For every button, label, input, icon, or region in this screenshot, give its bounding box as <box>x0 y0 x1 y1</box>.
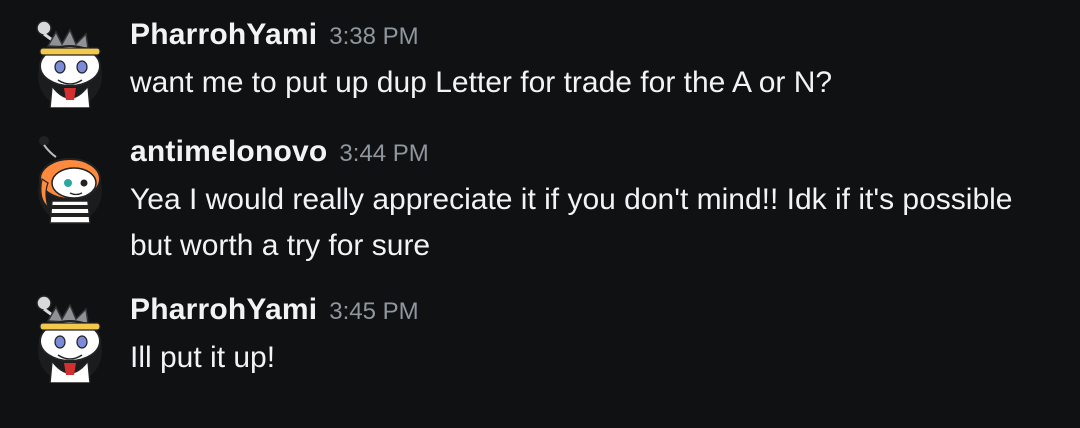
timestamp: 3:45 PM <box>329 298 419 325</box>
message-text: Yea I would really appreciate it if you … <box>130 183 1013 262</box>
user-avatar[interactable] <box>30 18 110 108</box>
message-text: Ill put it up! <box>130 341 276 374</box>
message-text: want me to put up dup Letter for trade f… <box>130 66 833 99</box>
chat-thread: PharrohYami 3:38 PM want me to put up du… <box>0 0 1080 428</box>
chat-message: PharrohYami 3:38 PM want me to put up du… <box>30 18 1050 108</box>
timestamp: 3:44 PM <box>339 140 429 167</box>
chat-message: antimelonovo 3:44 PM Yea I would really … <box>30 135 1050 269</box>
timestamp: 3:38 PM <box>329 23 419 50</box>
user-avatar[interactable] <box>30 135 110 225</box>
username[interactable]: antimelonovo <box>130 135 327 169</box>
chat-message: PharrohYami 3:45 PM Ill put it up! <box>30 293 1050 383</box>
snoo-avatar-orange-hair-icon <box>38 136 102 224</box>
username[interactable]: PharrohYami <box>130 18 317 52</box>
username[interactable]: PharrohYami <box>130 293 317 327</box>
snoo-avatar-headband-icon <box>36 295 102 383</box>
snoo-avatar-headband-icon <box>36 20 102 108</box>
user-avatar[interactable] <box>30 293 110 383</box>
